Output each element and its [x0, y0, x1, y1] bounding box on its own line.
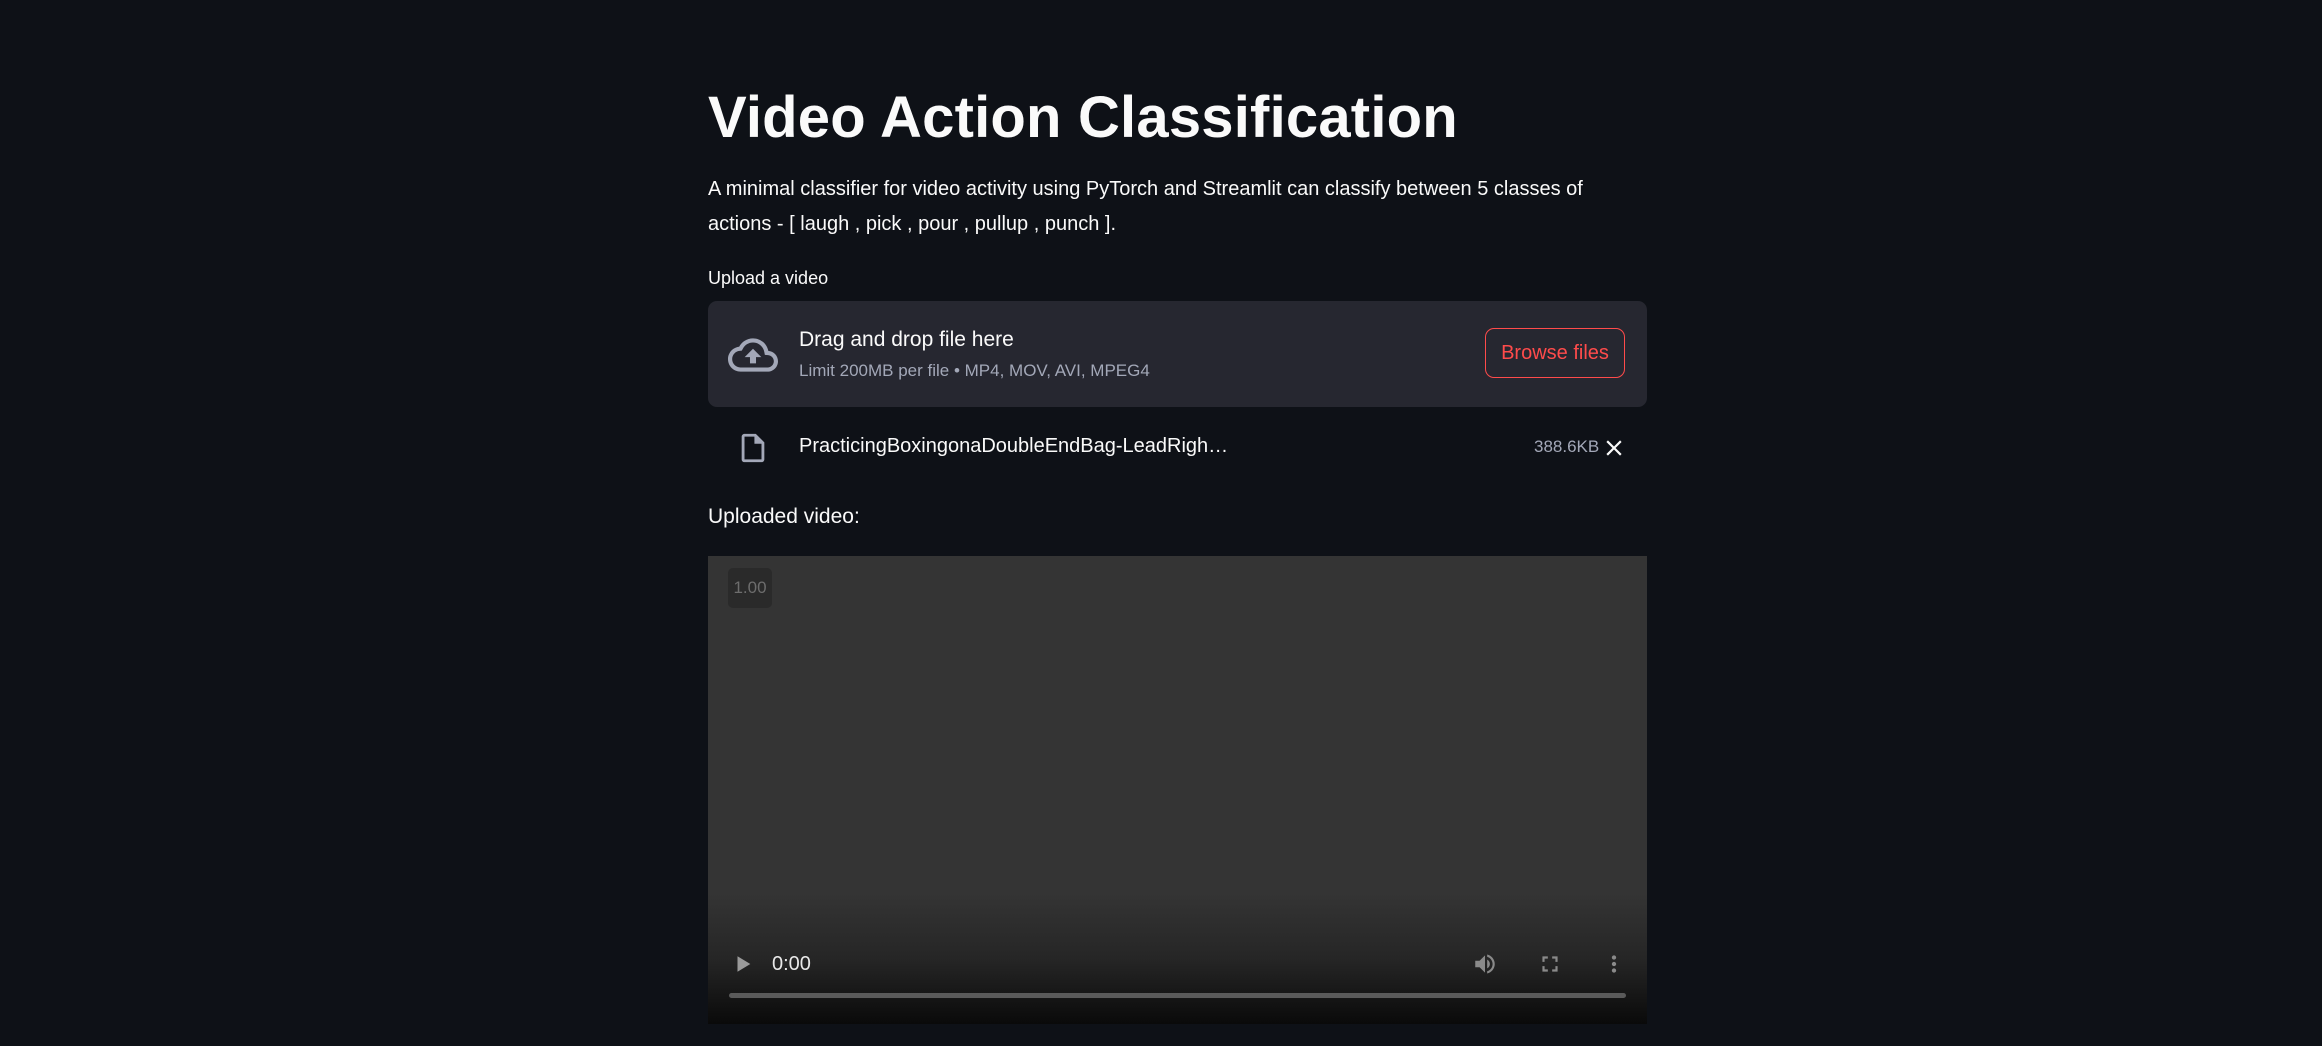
close-icon[interactable]: [1601, 435, 1627, 461]
volume-icon[interactable]: [1472, 951, 1498, 977]
uploaded-video-label: Uploaded video:: [708, 505, 860, 528]
app-description: A minimal classifier for video activity …: [708, 178, 1583, 235]
more-vert-icon[interactable]: [1601, 951, 1627, 977]
video-current-time: 0:00: [772, 953, 811, 975]
uploaded-file-item: PracticingBoxingonaDoubleEndBag-LeadRigh…: [708, 425, 1647, 469]
file-icon: [741, 433, 765, 463]
cloud-upload-icon: [728, 338, 778, 372]
uploaded-file-size: 388.6KB: [1534, 437, 1600, 456]
fullscreen-icon[interactable]: [1537, 951, 1563, 977]
video-progress-bar[interactable]: [729, 993, 1626, 998]
play-icon[interactable]: [732, 953, 754, 975]
dropzone-limit-text: Limit 200MB per file • MP4, MOV, AVI, MP…: [799, 361, 1150, 380]
upload-label: Upload a video: [708, 268, 829, 288]
playback-speed-badge: 1.00: [728, 568, 772, 608]
uploaded-file-name: PracticingBoxingonaDoubleEndBag-LeadRigh…: [799, 435, 1229, 457]
file-dropzone[interactable]: Drag and drop file here Limit 200MB per …: [708, 301, 1647, 407]
video-player[interactable]: 1.00 0:00: [708, 556, 1647, 1024]
browse-files-button[interactable]: Browse files: [1485, 328, 1625, 378]
page-title: Video Action Classification: [708, 85, 1458, 150]
dropzone-instructions: Drag and drop file here: [799, 328, 1014, 351]
